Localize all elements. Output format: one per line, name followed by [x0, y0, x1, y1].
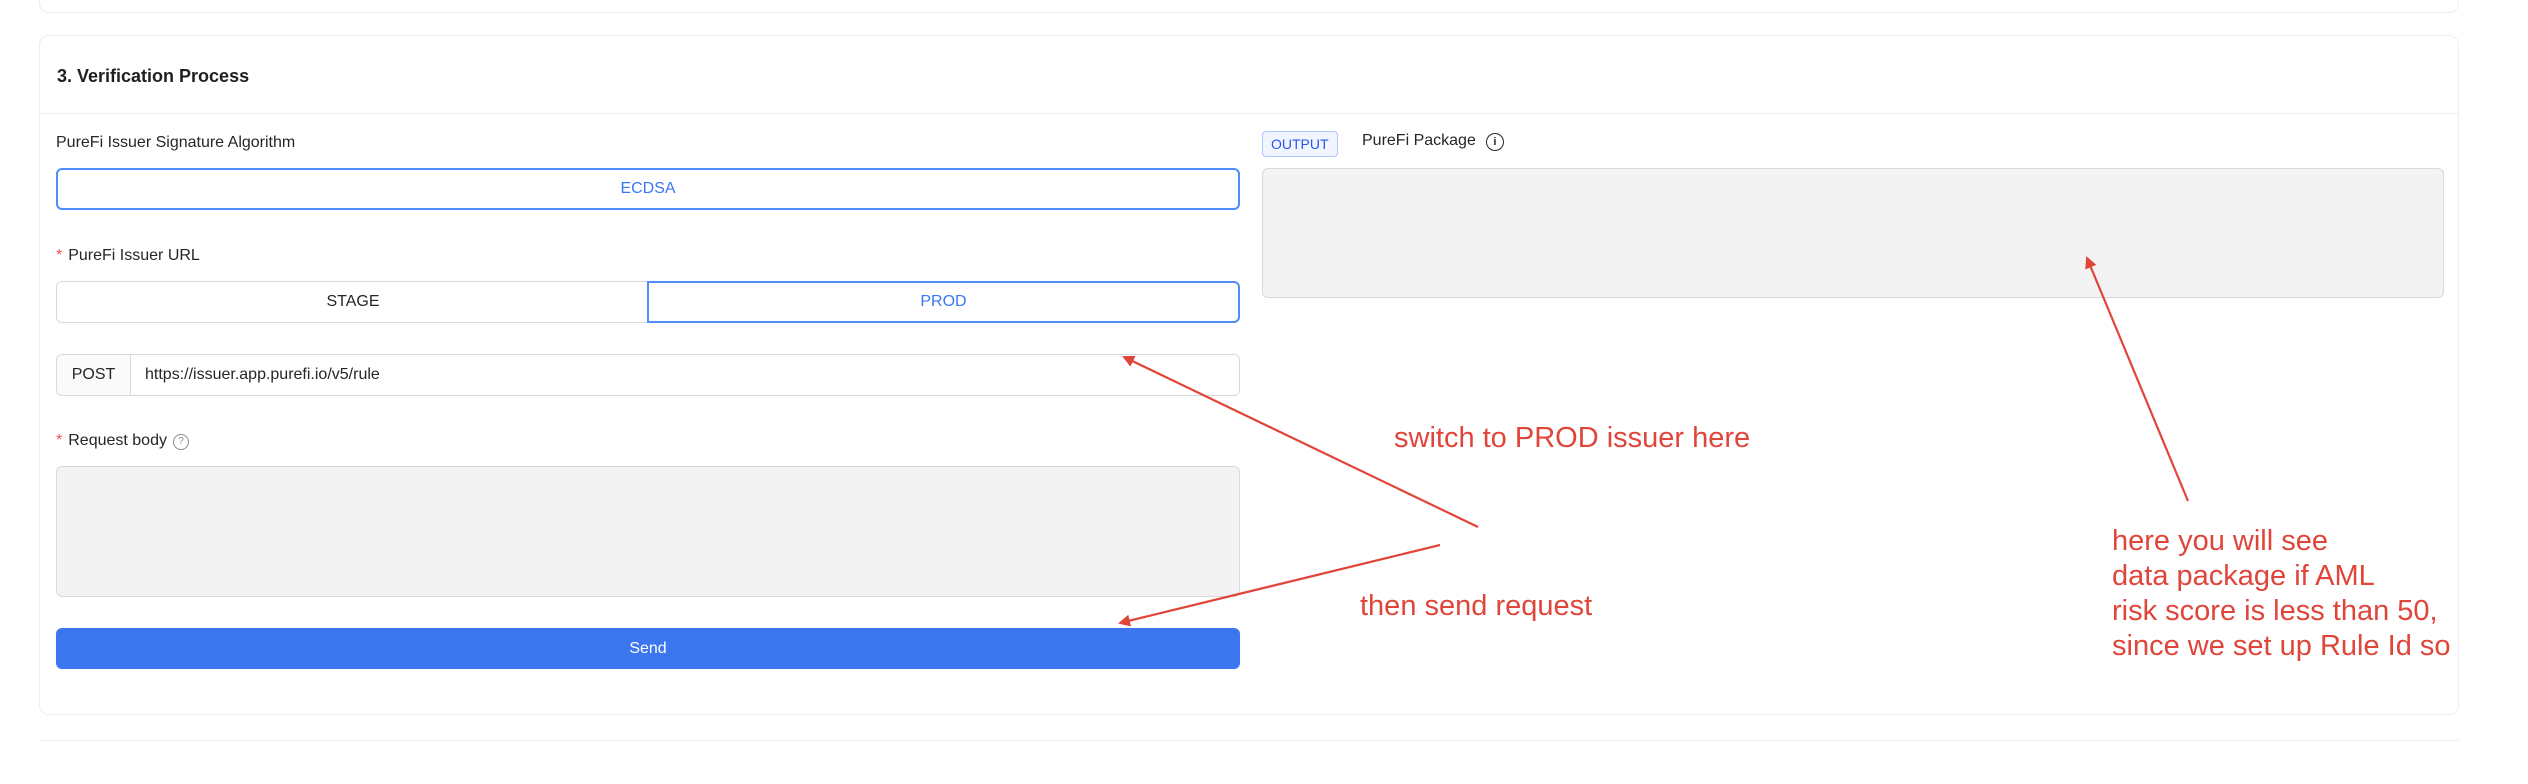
- annotation-arrows: [1118, 256, 2190, 627]
- annotation-output-line: since we set up Rule Id so: [2112, 630, 2451, 662]
- annotation-send-request: then send request: [1360, 590, 1593, 622]
- annotation-switch-prod: switch to PROD issuer here: [1394, 422, 1751, 454]
- annotation-output-line: data package if AML: [2112, 560, 2375, 592]
- annotation-output-note: here you will see data package if AML ri…: [2112, 524, 2451, 664]
- next-section-divider: [39, 740, 2459, 741]
- annotation-output-line: here you will see: [2112, 525, 2328, 557]
- annotation-output-line: risk score is less than 50,: [2112, 595, 2438, 627]
- arrow-to-output: [2085, 256, 2190, 502]
